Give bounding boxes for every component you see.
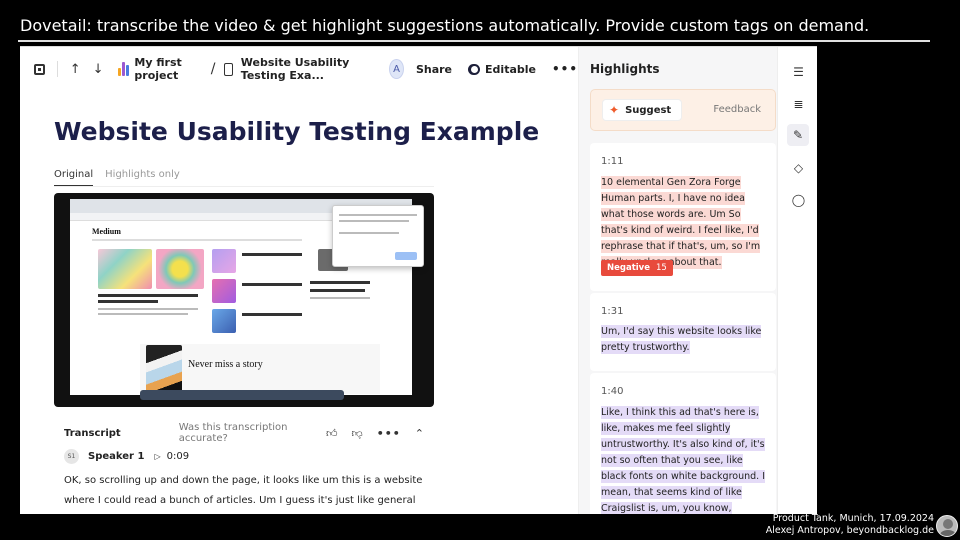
article-thumbnail xyxy=(156,249,204,289)
more-options-icon[interactable]: ••• xyxy=(377,427,401,440)
arrow-up-icon[interactable]: ↑ xyxy=(70,62,81,77)
highlight-quote-text: Um, I'd say this website looks like pret… xyxy=(601,325,762,354)
medium-nav xyxy=(92,239,302,241)
highlights-title: Highlights xyxy=(590,62,660,76)
document-breadcrumb[interactable]: Website Usability Testing Exa... xyxy=(241,56,379,82)
article-thumbnail xyxy=(212,249,236,273)
highlighter-icon[interactable]: ✎ xyxy=(787,124,809,146)
article-thumbnail xyxy=(212,279,236,303)
article-title xyxy=(242,253,302,256)
article-thumbnail xyxy=(212,309,236,333)
editable-label: Editable xyxy=(485,62,536,76)
highlight-quote: Like, I think this ad that's here is, li… xyxy=(601,405,767,514)
article-title xyxy=(310,289,365,292)
recording-dialog xyxy=(332,205,424,267)
avatar[interactable]: A xyxy=(389,59,404,79)
article-snippet xyxy=(98,308,198,310)
suggest-button[interactable]: ✦ Suggest xyxy=(602,99,683,121)
tag-count: 15 xyxy=(655,263,667,273)
dialog-text xyxy=(339,220,409,222)
top-bar: ↑ ↓ My first project / Website Usability… xyxy=(20,47,578,91)
newsletter-illustration xyxy=(146,345,182,393)
article-snippet xyxy=(310,297,370,299)
play-icon[interactable]: ▷ xyxy=(154,452,160,461)
article-title xyxy=(242,313,302,316)
thumbs-down-icon[interactable]: 👎︎ xyxy=(352,427,363,440)
transcript-title: Transcript xyxy=(64,427,121,439)
breadcrumb-separator: / xyxy=(210,61,216,77)
arrow-down-icon[interactable]: ↓ xyxy=(93,62,104,77)
article-title xyxy=(98,294,198,297)
dovetail-app-window: ↑ ↓ My first project / Website Usability… xyxy=(20,46,817,514)
dialog-button xyxy=(395,252,417,260)
sidebar-toggle-icon[interactable] xyxy=(34,62,45,76)
article-thumbnail xyxy=(98,249,152,289)
highlight-card[interactable]: 1:40 Like, I think this ad that's here i… xyxy=(590,373,776,514)
divider xyxy=(57,61,58,77)
highlight-card[interactable]: 1:11 10 elemental Gen Zora Forge Human p… xyxy=(590,143,776,291)
transcript-text[interactable]: OK, so scrolling up and down the page, i… xyxy=(64,471,424,514)
highlight-quote-text: 10 elemental Gen Zora Forge Human parts.… xyxy=(601,176,761,269)
tab-original[interactable]: Original xyxy=(54,169,94,187)
document-icon xyxy=(224,62,233,76)
article-title xyxy=(242,283,302,286)
suggest-label: Suggest xyxy=(625,104,672,116)
tab-highlights-only[interactable]: Highlights only xyxy=(105,169,180,187)
more-options-icon[interactable]: ••• xyxy=(552,62,578,76)
slide-title: Dovetail: transcribe the video & get hig… xyxy=(20,16,870,35)
medium-logo: Medium xyxy=(92,227,121,236)
speaker-badge: S1 xyxy=(64,449,79,464)
article-title xyxy=(98,300,158,303)
outline-icon[interactable]: ≣ xyxy=(791,96,806,111)
video-player[interactable]: Medium Never miss a story xyxy=(54,193,434,407)
newsletter-title: Never miss a story xyxy=(188,359,263,370)
editable-toggle[interactable] xyxy=(468,63,481,75)
slide-divider xyxy=(18,40,930,42)
highlight-quote-text: Like, I think this ad that's here is, li… xyxy=(601,406,766,514)
footer-author: Alexej Antropov, beyondbacklog.de xyxy=(765,525,934,536)
comment-icon[interactable]: ◯ xyxy=(791,192,806,207)
tabs-divider xyxy=(54,186,434,187)
highlights-panel: Highlights ✦ Suggest Feedback 1:11 10 el… xyxy=(578,47,777,514)
highlight-timestamp: 1:31 xyxy=(601,306,624,317)
feedback-link[interactable]: Feedback xyxy=(713,104,761,115)
presenter-avatar xyxy=(936,515,958,537)
thumbs-up-icon[interactable]: 👍︎ xyxy=(326,427,338,440)
slide-footer: Product Tank, Munich, 17.09.2024 Alexej … xyxy=(766,513,934,537)
highlight-timestamp: 1:40 xyxy=(601,386,624,397)
dialog-text xyxy=(339,232,399,234)
suggest-box: ✦ Suggest Feedback xyxy=(590,89,776,131)
accuracy-question: Was this transcription accurate? xyxy=(178,422,288,444)
tag-label: Negative xyxy=(607,263,650,273)
highlight-card[interactable]: 1:31 Um, I'd say this website looks like… xyxy=(590,293,776,371)
speaker-timestamp[interactable]: 0:09 xyxy=(167,451,189,462)
share-button[interactable]: Share xyxy=(416,63,452,76)
dialog-text xyxy=(339,214,417,216)
highlight-quote: 10 elemental Gen Zora Forge Human parts.… xyxy=(601,175,767,271)
video-frame-browser: Medium Never miss a story xyxy=(70,199,424,395)
page-title: Website Usability Testing Example xyxy=(54,117,540,146)
chevron-up-icon[interactable]: ⌃ xyxy=(415,427,424,440)
article-snippet xyxy=(98,313,188,315)
right-rail: ☰ ≣ ✎ ◇ ◯ xyxy=(777,47,817,514)
project-breadcrumb[interactable]: My first project xyxy=(134,56,201,82)
article-title xyxy=(310,281,370,284)
transcript-header: Transcript Was this transcription accura… xyxy=(64,422,424,444)
footer-event: Product Tank, Munich, 17.09.2024 xyxy=(772,513,934,524)
sparkle-icon: ✦ xyxy=(609,103,620,117)
highlight-quote: Um, I'd say this website looks like pret… xyxy=(601,324,767,356)
highlights-list-icon[interactable]: ☰ xyxy=(791,64,806,79)
speaker-name[interactable]: Speaker 1 xyxy=(88,451,144,462)
mac-dock xyxy=(140,390,344,400)
tag-icon[interactable]: ◇ xyxy=(791,160,806,175)
speaker-row: S1 Speaker 1 ▷ 0:09 xyxy=(64,449,189,464)
highlight-timestamp: 1:11 xyxy=(601,156,624,167)
project-icon xyxy=(117,62,129,76)
tag-negative[interactable]: Negative 15 xyxy=(601,260,673,276)
view-tabs: Original Highlights only xyxy=(54,169,180,187)
